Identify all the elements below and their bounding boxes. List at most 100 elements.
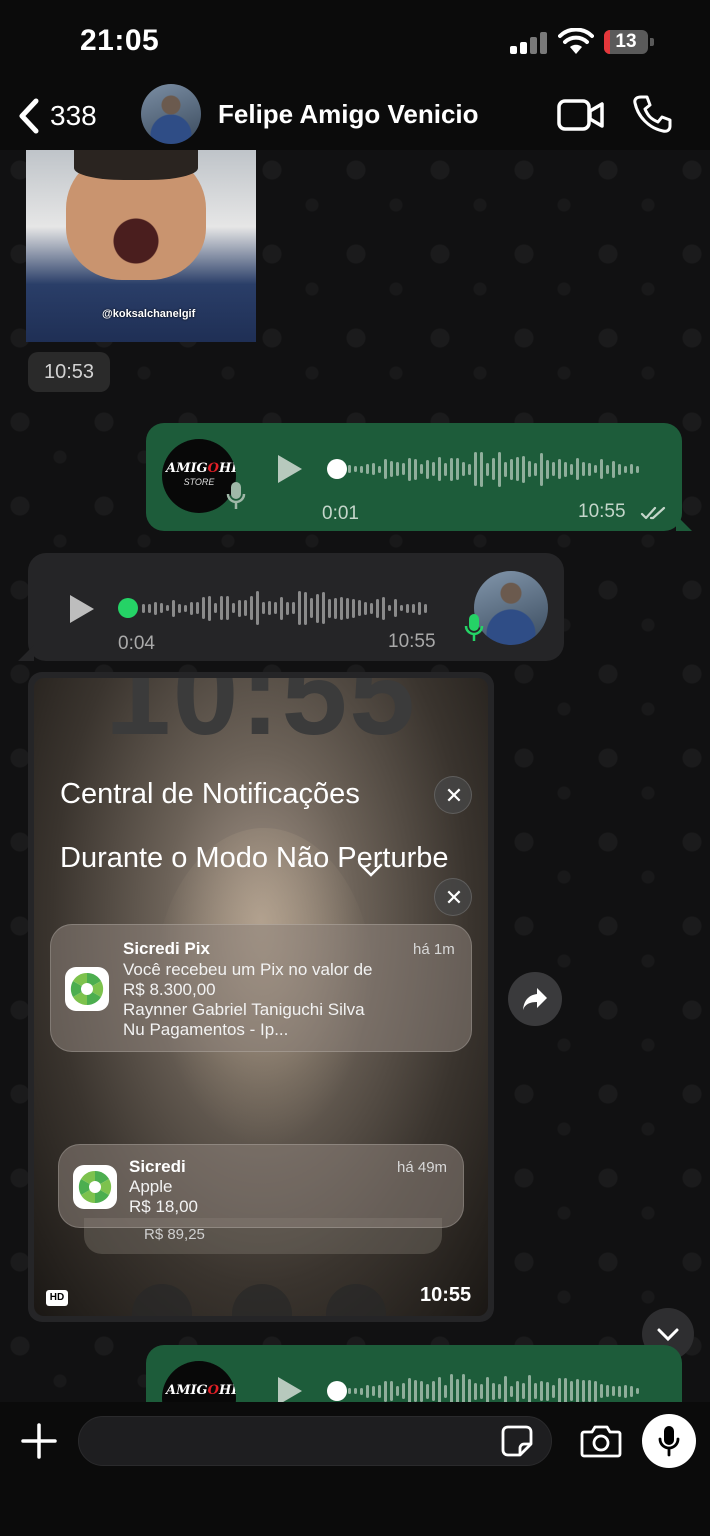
sticker-icon[interactable] — [500, 1424, 534, 1458]
phone-icon[interactable] — [632, 94, 672, 134]
waveform-bar — [414, 1380, 417, 1402]
waveform-bar — [600, 1384, 603, 1398]
notification-card: Sicredi Pix há 1m Você recebeu um Pix no… — [50, 924, 472, 1052]
waveform-bar — [220, 596, 223, 620]
waveform-bar — [468, 1378, 471, 1402]
waveform-bar — [412, 603, 415, 613]
lockscreen-widget — [326, 1284, 386, 1316]
waveform-bar — [540, 452, 543, 486]
lockscreen-widget — [132, 1284, 192, 1316]
waveform-bar — [408, 1377, 411, 1402]
hd-badge: HD — [46, 1290, 68, 1306]
signal-icon — [510, 30, 550, 54]
waveform-bar — [432, 1381, 435, 1401]
sender-avatar: AMIGOHI — [162, 1361, 236, 1402]
waveform-bar — [250, 596, 253, 620]
store-logo: AMIGOHI — [166, 461, 236, 476]
play-icon[interactable] — [66, 593, 96, 625]
audio-waveform[interactable] — [342, 449, 639, 489]
unread-count: 338 — [50, 100, 97, 131]
waveform-bar — [636, 1388, 639, 1394]
waveform-bar — [498, 451, 501, 487]
video-call-icon[interactable] — [557, 98, 605, 132]
waveform-bar — [432, 462, 435, 476]
message-time: 10:55 — [420, 1284, 472, 1306]
waveform-bar — [166, 605, 169, 611]
waveform-bar — [516, 1380, 519, 1402]
waveform-bar — [438, 1376, 441, 1402]
status-bar: 21:05 13 — [0, 0, 710, 84]
waveform-bar — [376, 598, 379, 618]
waveform-bar — [624, 1384, 627, 1398]
contact-name[interactable]: Felipe Amigo Venicio — [218, 99, 479, 130]
back-button[interactable]: 338 — [16, 92, 97, 140]
waveform-bar — [558, 1377, 561, 1402]
waveform-bar — [444, 1384, 447, 1398]
waveform-bar — [298, 591, 301, 625]
audio-scrubber[interactable] — [118, 598, 138, 618]
waveform-bar — [600, 459, 603, 479]
waveform-bar — [394, 599, 397, 617]
meme-image[interactable]: @koksalchanelgif — [26, 150, 256, 342]
audio-message-outgoing[interactable]: AMIGOHI — [146, 1345, 682, 1402]
waveform-bar — [486, 462, 489, 476]
waveform-bar — [636, 465, 639, 473]
waveform-bar — [510, 458, 513, 480]
chat-area[interactable]: @koksalchanelgif 10:53 AMIGOHI STORE 0:0… — [0, 150, 710, 1402]
lockscreen-screenshot[interactable]: 10:55 Central de Notificações ✕ Durante … — [34, 678, 488, 1316]
image-message[interactable]: 10:55 Central de Notificações ✕ Durante … — [28, 672, 494, 1322]
waveform-bar — [322, 592, 325, 624]
waveform-bar — [558, 459, 561, 479]
waveform-bar — [172, 599, 175, 617]
waveform-bar — [348, 465, 351, 473]
forward-button[interactable] — [508, 972, 562, 1026]
waveform-bar — [450, 457, 453, 481]
sicredi-app-icon — [73, 1165, 117, 1209]
close-icon: ✕ — [444, 783, 464, 808]
waveform-bar — [582, 462, 585, 476]
audio-waveform[interactable] — [142, 588, 427, 628]
play-icon[interactable] — [274, 1375, 304, 1402]
store-logo-sub: STORE — [183, 477, 215, 487]
waveform-bar — [564, 1377, 567, 1402]
waveform-bar — [462, 1374, 465, 1402]
waveform-bar — [624, 465, 627, 473]
audio-scrubber[interactable] — [327, 1381, 347, 1401]
forward-icon — [523, 988, 547, 1010]
play-icon[interactable] — [274, 453, 304, 485]
waveform-bar — [262, 602, 265, 614]
waveform-bar — [226, 596, 229, 620]
lockscreen-clock: 10:55 — [105, 678, 417, 760]
waveform-bar — [406, 603, 409, 613]
audio-scrubber[interactable] — [327, 459, 347, 479]
chevron-left-icon — [19, 98, 39, 134]
waveform-bar — [630, 464, 633, 474]
waveform-bar — [522, 1383, 525, 1399]
waveform-bar — [522, 455, 525, 483]
waveform-bar — [618, 463, 621, 475]
waveform-bar — [438, 457, 441, 481]
mic-icon — [464, 614, 484, 641]
waveform-bar — [540, 1381, 543, 1401]
waveform-bar — [202, 597, 205, 619]
waveform-bar — [576, 458, 579, 480]
camera-icon[interactable] — [580, 1424, 622, 1458]
message-input[interactable] — [78, 1416, 552, 1466]
waveform-bar — [630, 1385, 633, 1397]
waveform-bar — [334, 597, 337, 619]
contact-avatar[interactable] — [141, 84, 201, 144]
waveform-bar — [268, 601, 271, 615]
audio-duration: 0:04 — [118, 633, 155, 654]
audio-waveform[interactable] — [342, 1371, 639, 1402]
audio-message-outgoing[interactable]: AMIGOHI STORE 0:01 10:55 — [146, 423, 692, 531]
waveform-bar — [456, 1378, 459, 1402]
meme-watermark: @koksalchanelgif — [102, 308, 196, 320]
audio-message-incoming[interactable]: 0:04 10:55 — [18, 553, 564, 661]
waveform-bar — [208, 595, 211, 621]
plus-icon[interactable] — [20, 1422, 58, 1460]
record-voice-button[interactable] — [642, 1414, 696, 1468]
chevron-down-icon — [657, 1328, 679, 1342]
waveform-bar — [570, 1381, 573, 1401]
waveform-bar — [190, 601, 193, 615]
waveform-bar — [462, 462, 465, 476]
